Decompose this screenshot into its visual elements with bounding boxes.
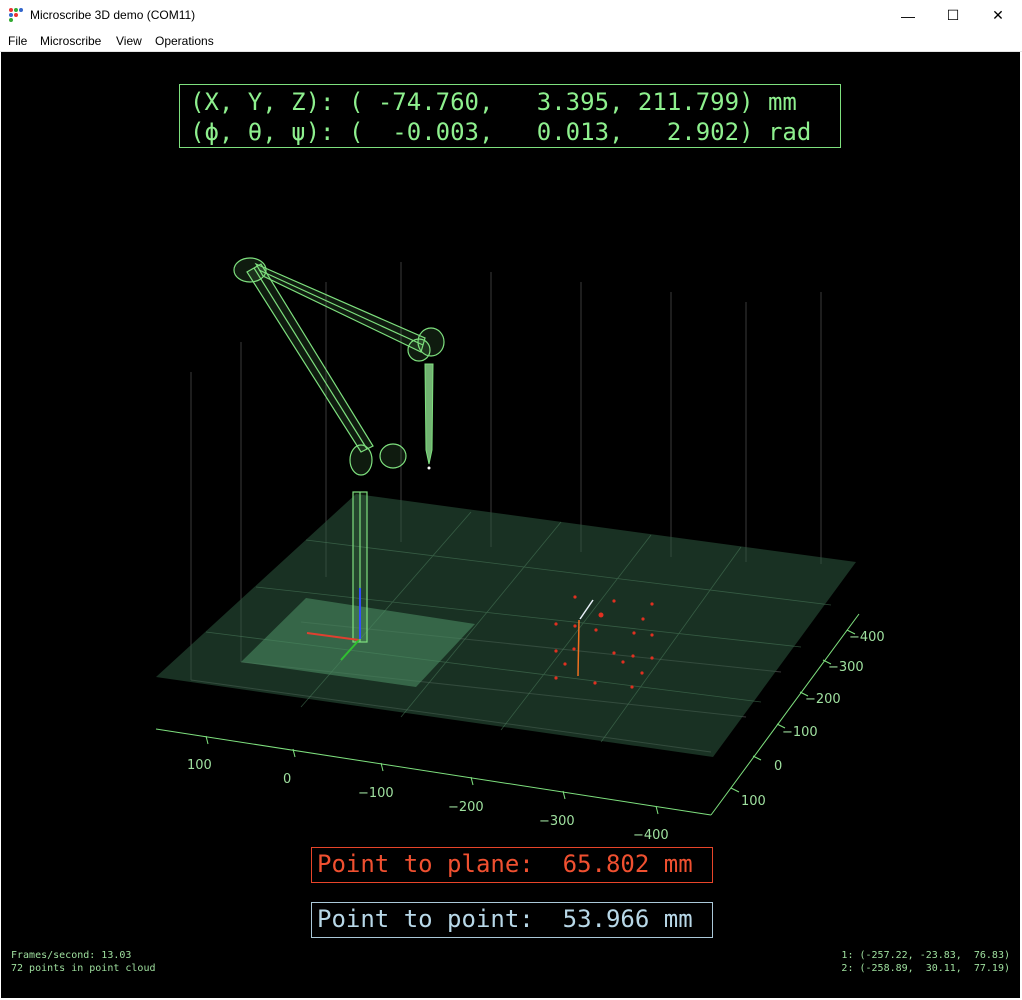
status-right: 1: (-257.22, -23.83, 76.83) 2: (-258.89, … (841, 949, 1010, 975)
pose-readout: (X, Y, Z): ( -74.760, 3.395, 211.799) mm… (179, 84, 841, 148)
x-tick-label: 0 (283, 772, 291, 787)
menu-operations[interactable]: Operations (155, 34, 214, 48)
ground-plane (156, 494, 856, 757)
y-tick-label: −400 (849, 630, 885, 645)
maximize-icon: ☐ (946, 7, 960, 23)
point-count-text: 72 points in point cloud (11, 963, 156, 974)
close-icon: ✕ (992, 7, 1004, 23)
3d-viewport[interactable]: 100 0 −100 −200 −300 −400 −400 −300 −200… (1, 52, 1020, 998)
title-bar: Microscribe 3D demo (COM11) — ☐ ✕ (0, 0, 1022, 31)
status-left: Frames/second: 13.03 72 points in point c… (11, 949, 156, 975)
minimize-button[interactable]: — (885, 0, 931, 31)
y-tick-label: 0 (774, 759, 782, 774)
point-2-text: 2: (-258.89, 30.11, 77.19) (841, 963, 1010, 974)
y-tick-label: 100 (741, 794, 766, 809)
point-to-point-readout: Point to point: 53.966 mm (311, 902, 713, 938)
menu-microscribe[interactable]: Microscribe (40, 34, 101, 48)
plane-distance-line (577, 619, 580, 677)
x-tick-label: −300 (539, 814, 575, 829)
stylus (424, 363, 434, 465)
maximize-button[interactable]: ☐ (930, 0, 976, 31)
point-to-plane-readout: Point to plane: 65.802 mm (311, 847, 713, 883)
app-icon (9, 8, 23, 22)
x-tick-label: −200 (448, 800, 484, 815)
x-tick-label: 100 (187, 758, 212, 773)
y-tick-label: −300 (828, 660, 864, 675)
stylus-tip (427, 466, 431, 470)
close-button[interactable]: ✕ (975, 0, 1021, 31)
point-1-text: 1: (-257.22, -23.83, 76.83) (841, 950, 1010, 961)
y-tick-label: −100 (782, 725, 818, 740)
orientation-readout: (ϕ, θ, ψ): ( -0.003, 0.013, 2.902) rad (190, 118, 812, 146)
window-title: Microscribe 3D demo (COM11) (30, 8, 196, 22)
menu-bar: File Microscribe View Operations (0, 31, 1022, 52)
fps-text: Frames/second: 13.03 (11, 950, 132, 961)
menu-file[interactable]: File (8, 34, 27, 48)
y-tick-label: −200 (805, 692, 841, 707)
minimize-icon: — (901, 7, 915, 24)
x-tick-label: −400 (633, 828, 669, 843)
menu-view[interactable]: View (116, 34, 142, 48)
position-readout: (X, Y, Z): ( -74.760, 3.395, 211.799) mm (190, 88, 797, 116)
x-tick-label: −100 (358, 786, 394, 801)
